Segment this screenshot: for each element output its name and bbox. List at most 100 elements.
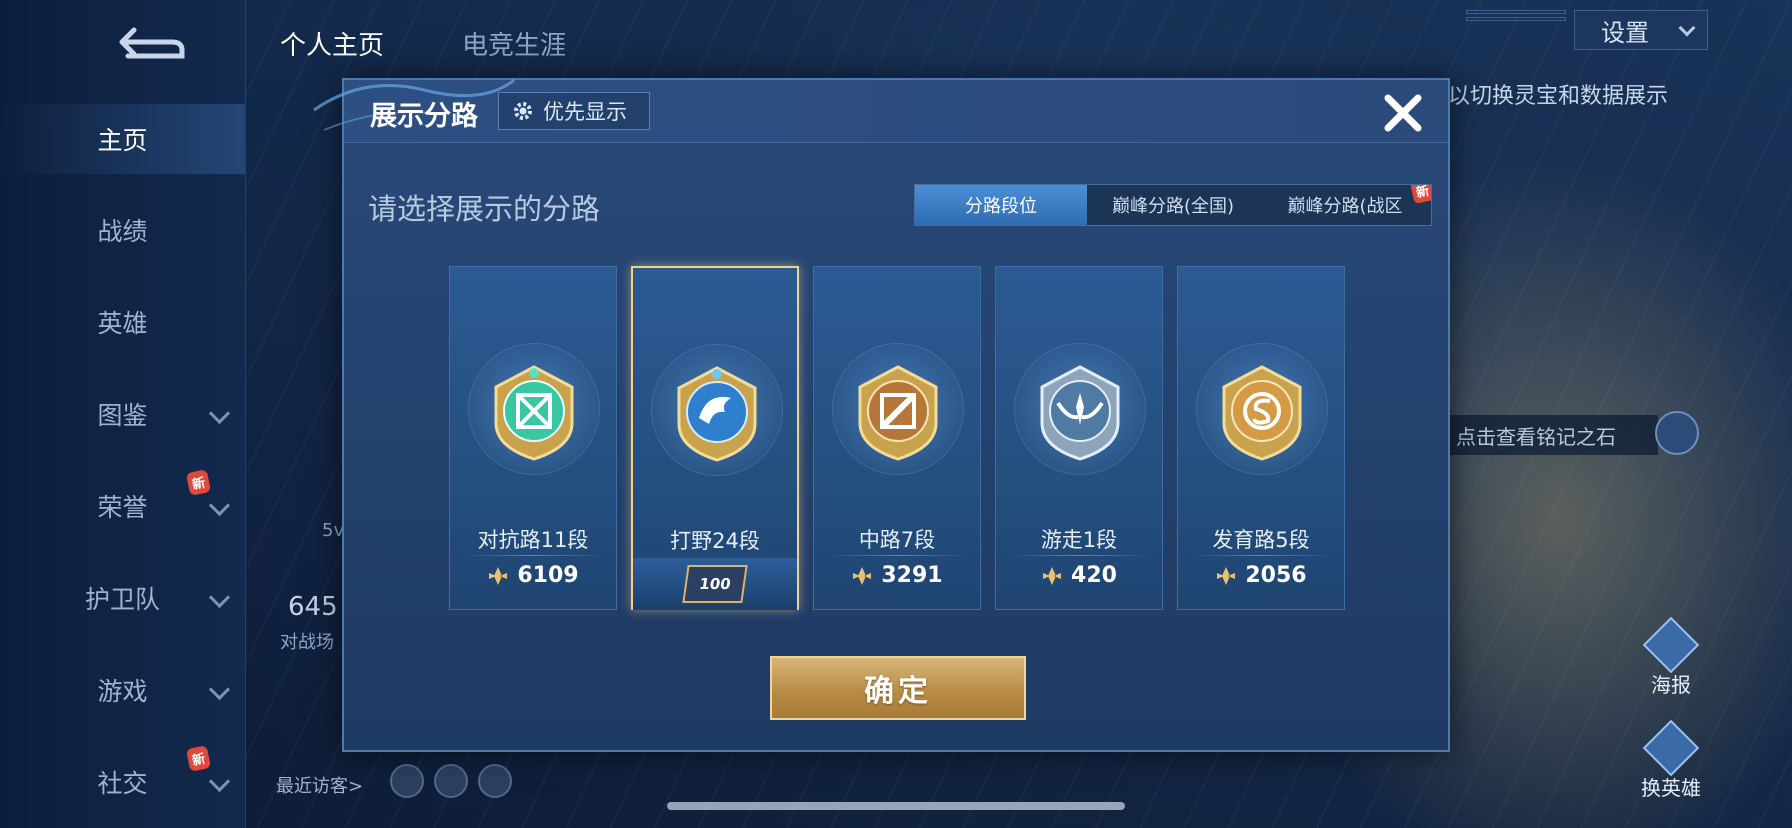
gear-icon (514, 102, 532, 120)
rank-score: 3291 (814, 563, 980, 588)
tab-label: 巅峰分路(全国) (1111, 196, 1235, 217)
new-badge: 新 (185, 745, 212, 772)
score-icon (1043, 566, 1062, 585)
divider (1008, 555, 1152, 556)
nav-item-heroes[interactable]: 英雄 (0, 287, 245, 357)
jungle-dragon-emblem-icon (677, 366, 757, 462)
nav-label: 游戏 (97, 677, 148, 706)
close-icon[interactable] (1380, 90, 1426, 136)
nav-label: 战绩 (97, 217, 148, 246)
divider (1190, 555, 1334, 556)
new-badge: 新 (1409, 185, 1431, 204)
rank-name: 游走1段 (1040, 528, 1118, 552)
score-icon (853, 566, 872, 585)
nav-item-guard[interactable]: 护卫队 (0, 563, 245, 633)
nav-item-home[interactable]: 主页 (0, 104, 245, 174)
mode-label: 5v (322, 520, 345, 541)
mini-badge (1466, 10, 1566, 14)
inscription-hint[interactable]: 点击查看铭记之石 (1448, 415, 1658, 455)
stars-value: 100 (698, 575, 732, 593)
chevron-down-icon (1678, 19, 1696, 37)
settings-button[interactable]: 设置 (1574, 10, 1708, 50)
chevron-down-icon (208, 494, 231, 517)
tab-label: 巅峰分路(战区 (1287, 196, 1403, 217)
recent-visitors-link[interactable]: 最近访客> (276, 772, 363, 798)
confirm-label: 确定 (864, 674, 932, 709)
adc-emblem-icon (1222, 365, 1302, 461)
priority-display-button[interactable]: 优先显示 (498, 92, 650, 130)
tab-profile[interactable]: 个人主页 (280, 25, 384, 62)
change-hero-label: 换英雄 (1641, 776, 1701, 800)
battle-count-label: 对战场 (280, 632, 334, 653)
nav-item-honor[interactable]: 荣誉 新 (0, 469, 245, 541)
nav-label: 主页 (97, 126, 148, 155)
chevron-down-icon (208, 770, 231, 793)
tab-peak-region[interactable]: 巅峰分路(战区新 (1259, 185, 1431, 225)
stars-bar: 100 (633, 558, 797, 610)
mini-badge (1466, 17, 1566, 21)
nav-item-gallery[interactable]: 图鉴 (0, 379, 245, 449)
back-arrow-icon[interactable] (112, 22, 188, 62)
tab-label: 分路段位 (965, 196, 1037, 217)
route-card-adc[interactable]: 发育路5段 2056 (1177, 266, 1345, 610)
route-select-dialog: 展示分路 优先显示 请选择展示的分路 分路段位 巅峰分路(全国) 巅峰分路(战区… (313, 78, 1450, 752)
midlane-emblem-icon (858, 365, 938, 461)
rank-score: 2056 (1178, 563, 1344, 588)
dialog-title: 展示分路 (370, 101, 478, 132)
visitor-avatar[interactable] (434, 764, 468, 798)
divider (826, 555, 970, 556)
nav-label: 社交 (97, 769, 148, 798)
home-indicator[interactable] (667, 802, 1125, 810)
dialog-header: 展示分路 优先显示 (313, 78, 1448, 143)
route-card-mid[interactable]: 中路7段 3291 (813, 266, 981, 610)
tab-route-rank[interactable]: 分路段位 (915, 185, 1087, 225)
poster-label: 海报 (1651, 673, 1691, 697)
rank-name: 发育路5段 (1212, 528, 1310, 552)
route-type-tabs: 分路段位 巅峰分路(全国) 巅峰分路(战区新 (914, 184, 1432, 226)
score-value: 420 (1071, 563, 1117, 588)
nav-label: 英雄 (97, 309, 148, 338)
route-card-roam[interactable]: 游走1段 420 (995, 266, 1163, 610)
rank-name: 对抗路11段 (477, 528, 589, 552)
rank-score: 6109 (450, 563, 616, 588)
rank-score: 420 (996, 563, 1162, 588)
chevron-down-icon (208, 402, 231, 425)
stars-plate: 100 (682, 565, 748, 603)
flame-icon (1642, 719, 1700, 777)
nav-item-games[interactable]: 游戏 (0, 655, 245, 725)
change-hero-button[interactable]: 换英雄 (1636, 719, 1706, 801)
new-badge: 新 (185, 469, 212, 496)
nav-label: 荣誉 (97, 493, 148, 522)
route-card-top[interactable]: 对抗路11段 6109 (449, 266, 617, 610)
rank-name: 中路7段 (858, 528, 936, 552)
poster-icon (1642, 616, 1700, 674)
score-value: 3291 (881, 563, 943, 588)
route-card-jungle[interactable]: 打野24段 100 (631, 266, 799, 610)
tab-esports[interactable]: 电竞生涯 (462, 25, 566, 62)
tab-peak-national[interactable]: 巅峰分路(全国) (1087, 185, 1259, 225)
left-nav: 主页 战绩 英雄 图鉴 荣誉新 护卫队 游戏 社交新 (0, 0, 246, 828)
topline-emblem-icon (494, 365, 574, 461)
score-value: 2056 (1245, 563, 1307, 588)
confirm-button[interactable]: 确定 (770, 656, 1026, 720)
roam-emblem-icon (1040, 365, 1120, 461)
visitor-avatar[interactable] (390, 764, 424, 798)
score-value: 6109 (517, 563, 579, 588)
score-icon (1217, 566, 1236, 585)
inscription-icon[interactable] (1655, 411, 1699, 455)
nav-item-social[interactable]: 社交 新 (0, 745, 245, 817)
route-cards: 对抗路11段 6109 打野24段 100 中路7段 3291 游走1段 420… (449, 266, 1347, 612)
settings-label: 设置 (1601, 18, 1649, 47)
visitor-avatar[interactable] (478, 764, 512, 798)
nav-label: 图鉴 (97, 401, 148, 430)
divider (462, 555, 606, 556)
nav-item-records[interactable]: 战绩 (0, 195, 245, 265)
right-hint: 以切换灵宝和数据展示 (1448, 84, 1669, 109)
poster-button[interactable]: 海报 (1636, 616, 1706, 698)
rank-name: 打野24段 (670, 529, 760, 553)
battle-count: 645 (288, 592, 338, 622)
chevron-down-icon (208, 678, 231, 701)
dialog-subtitle: 请选择展示的分路 (368, 192, 601, 226)
chevron-down-icon (208, 586, 231, 609)
inscription-hint-label: 点击查看铭记之石 (1456, 424, 1616, 449)
